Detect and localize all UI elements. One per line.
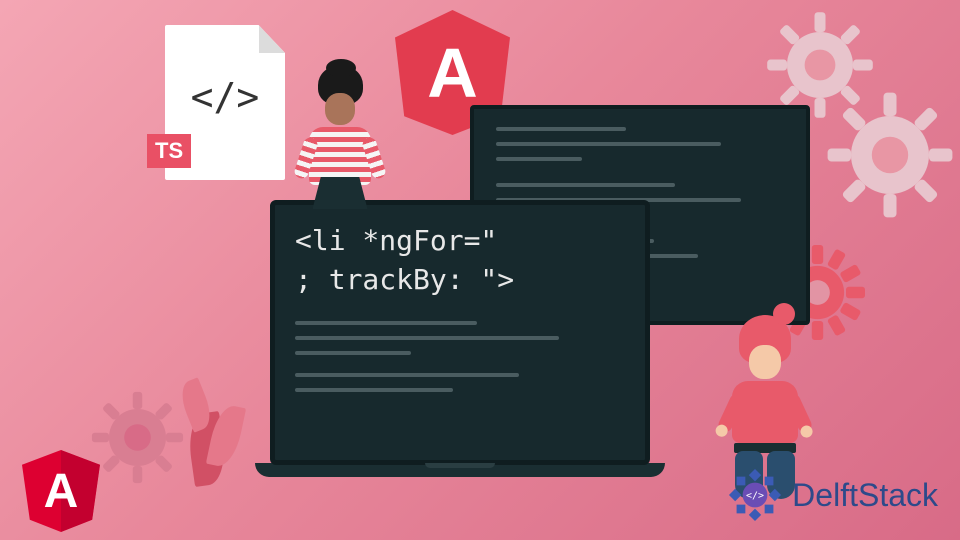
typescript-file-icon: </> TS <box>165 25 285 180</box>
code-line-2: ; trackBy: "> <box>295 263 514 296</box>
svg-text:</>: </> <box>746 491 764 502</box>
gear-icon <box>825 90 955 220</box>
code-line-1: <li *ngFor=" <box>295 224 497 257</box>
plant-decoration <box>180 345 250 485</box>
code-bracket-text: </> <box>165 75 285 119</box>
gear-icon <box>90 390 185 485</box>
delftstack-logo-icon: </> <box>724 464 786 526</box>
brand-name: DelftStack <box>792 477 938 514</box>
angular-badge-letter: A <box>44 464 79 519</box>
ts-badge: TS <box>147 134 191 168</box>
angular-letter: A <box>427 33 478 113</box>
angular-logo-icon: A <box>22 450 100 532</box>
delftstack-brand: </> DelftStack <box>724 464 938 526</box>
main-laptop: <li *ngFor=" ; trackBy: "> <box>255 200 665 505</box>
